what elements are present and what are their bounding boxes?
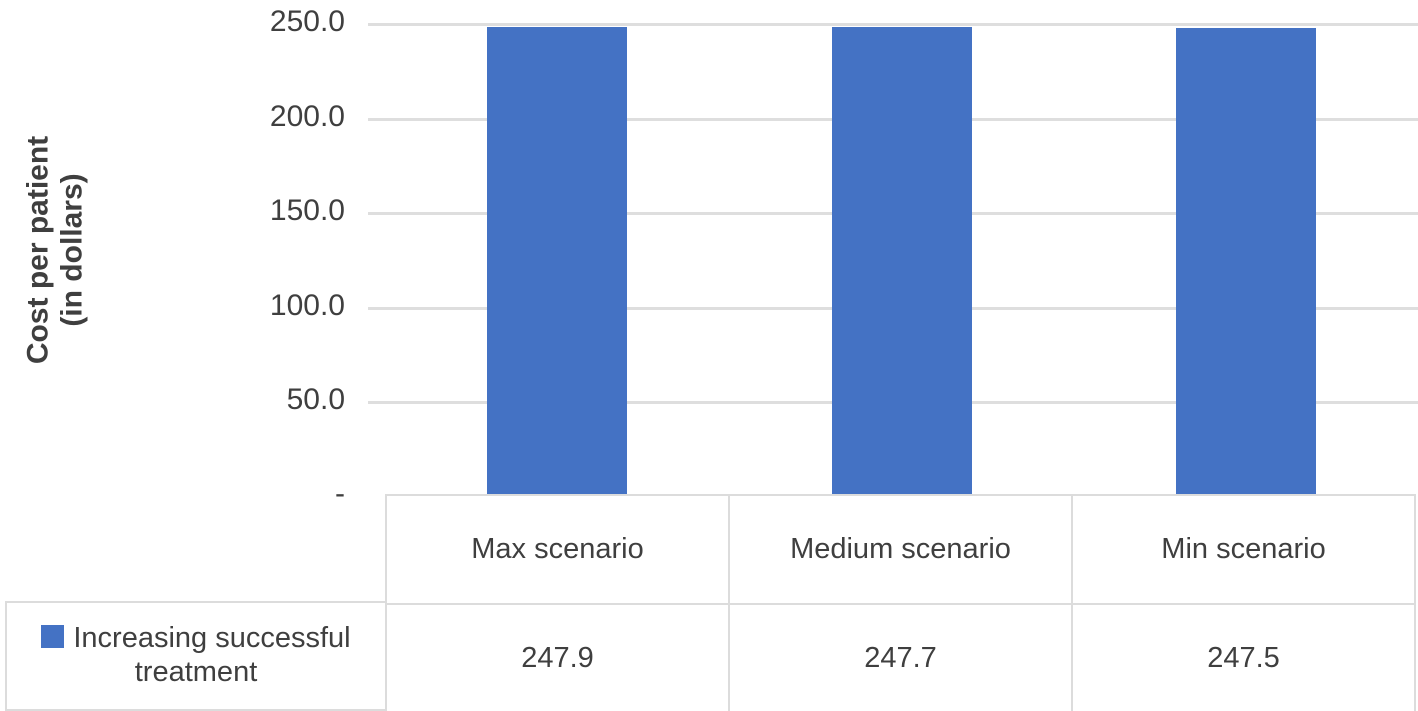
legend-color-swatch-icon [41,625,65,649]
legend[interactable]: Increasing successful treatment [5,601,387,711]
data-table-value-min-scenario: 247.5 [1073,605,1416,711]
legend-series-label: Increasing successful treatment [73,622,351,688]
data-table-value-medium-scenario: 247.7 [730,605,1073,711]
bar-min-scenario[interactable] [1176,28,1316,494]
bar-max-scenario[interactable] [487,27,627,494]
legend-entry: Increasing successful treatment [13,622,379,689]
data-table-header-medium-scenario: Medium scenario [730,496,1073,605]
data-table-value-max-scenario: 247.9 [387,605,730,711]
data-table-header-max-scenario: Max scenario [387,496,730,605]
data-table-header-min-scenario: Min scenario [1073,496,1416,605]
data-table-header-row: Max scenario Medium scenario Min scenari… [387,496,1416,605]
bar-chart-figure: Cost per patient (in dollars) 250.0 200.… [0,0,1418,711]
plot-area [0,0,1418,494]
data-table-value-row: 247.9 247.7 247.5 [387,605,1416,711]
data-table: Max scenario Medium scenario Min scenari… [385,494,1416,711]
bar-medium-scenario[interactable] [832,27,972,494]
